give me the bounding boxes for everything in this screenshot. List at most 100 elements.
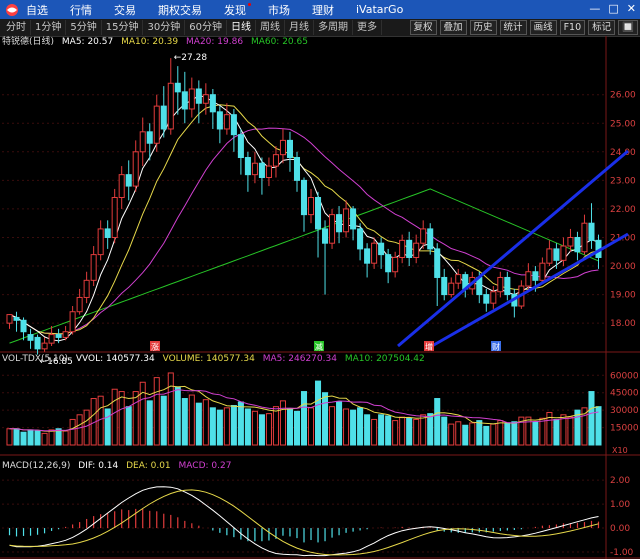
candle-body[interactable] — [357, 228, 364, 250]
candle-body[interactable] — [139, 131, 146, 153]
candle-body[interactable] — [258, 162, 265, 179]
volume-bar[interactable] — [293, 410, 301, 446]
candle-body[interactable] — [83, 279, 90, 298]
volume-bar[interactable] — [258, 414, 265, 446]
candle-body[interactable] — [167, 82, 174, 130]
volume-bar[interactable] — [27, 429, 34, 446]
volume-bar[interactable] — [539, 417, 546, 446]
volume-bar[interactable] — [532, 421, 539, 446]
volume-bar[interactable] — [195, 402, 202, 446]
candle-body[interactable] — [181, 91, 188, 110]
volume-bar[interactable] — [314, 380, 322, 446]
volume-bar[interactable] — [567, 416, 574, 446]
candle-body[interactable] — [146, 131, 153, 144]
volume-bar[interactable] — [455, 421, 462, 446]
volume-bar[interactable] — [434, 398, 441, 446]
candle-body[interactable] — [336, 214, 343, 233]
candle-body[interactable] — [525, 271, 532, 287]
candle-body[interactable] — [413, 242, 420, 258]
volume-bar[interactable] — [511, 421, 518, 446]
trendline-lower[interactable] — [431, 232, 629, 348]
volume-bar[interactable] — [392, 420, 399, 446]
candle-body[interactable] — [343, 208, 350, 233]
candle-body[interactable] — [483, 294, 490, 304]
volume-bar[interactable] — [399, 416, 406, 446]
volume-bar[interactable] — [490, 423, 497, 446]
candle-body[interactable] — [399, 239, 406, 258]
volume-bar[interactable] — [441, 416, 448, 446]
volume-bar[interactable] — [307, 407, 315, 446]
volume-bar[interactable] — [497, 420, 504, 446]
candle-body[interactable] — [581, 222, 588, 253]
candle-body[interactable] — [34, 336, 41, 350]
candle-body[interactable] — [174, 82, 181, 93]
volume-bar[interactable] — [104, 408, 111, 446]
volume-bar[interactable] — [343, 408, 350, 446]
volume-bar[interactable] — [216, 409, 223, 446]
volume-bar[interactable] — [476, 420, 483, 446]
candle-body[interactable] — [364, 248, 371, 264]
volume-bar[interactable] — [111, 388, 118, 446]
volume-bar[interactable] — [413, 418, 420, 446]
candle-body[interactable] — [272, 154, 279, 167]
volume-bar[interactable] — [48, 429, 55, 446]
candle-body[interactable] — [546, 248, 553, 264]
candle-body[interactable] — [539, 262, 546, 281]
volume-bar[interactable] — [448, 423, 455, 446]
volume-bar[interactable] — [350, 409, 357, 446]
volume-bar[interactable] — [118, 391, 125, 446]
volume-bar[interactable] — [385, 415, 392, 446]
volume-bar[interactable] — [251, 410, 258, 446]
candle-body[interactable] — [532, 271, 539, 281]
candle-body[interactable] — [329, 214, 336, 244]
candle-body[interactable] — [567, 236, 574, 247]
volume-bar[interactable] — [364, 414, 371, 446]
candle-body[interactable] — [441, 276, 448, 296]
volume-bar[interactable] — [13, 428, 20, 446]
volume-bar[interactable] — [230, 405, 237, 446]
volume-bar[interactable] — [504, 422, 511, 446]
volume-bar[interactable] — [20, 431, 27, 446]
volume-bar[interactable] — [371, 418, 378, 446]
volume-bar[interactable] — [427, 413, 434, 446]
candle-body[interactable] — [188, 88, 195, 110]
candle-body[interactable] — [427, 228, 434, 250]
volume-bar[interactable] — [188, 394, 195, 446]
volume-bar[interactable] — [329, 406, 336, 446]
candle-body[interactable] — [251, 162, 258, 176]
candle-body[interactable] — [385, 254, 392, 273]
volume-bar[interactable] — [420, 414, 427, 446]
volume-bar[interactable] — [174, 386, 181, 446]
volume-bar[interactable] — [202, 399, 209, 446]
volume-bar[interactable] — [406, 417, 413, 446]
candle-body[interactable] — [230, 114, 237, 136]
candle-body[interactable] — [111, 197, 118, 238]
candle-body[interactable] — [350, 208, 357, 230]
volume-bar[interactable] — [34, 430, 41, 446]
candle-body[interactable] — [420, 228, 427, 244]
candle-body[interactable] — [434, 248, 441, 278]
candle-body[interactable] — [104, 228, 111, 238]
volume-bar[interactable] — [588, 391, 595, 446]
candle-body[interactable] — [55, 334, 62, 338]
candle-body[interactable] — [209, 94, 216, 113]
volume-bar[interactable] — [181, 398, 188, 446]
volume-bar[interactable] — [153, 377, 160, 446]
candle-body[interactable] — [27, 334, 34, 341]
volume-bar[interactable] — [146, 400, 153, 446]
candle-body[interactable] — [300, 179, 308, 216]
volume-bar[interactable] — [237, 401, 244, 446]
candle-body[interactable] — [560, 245, 567, 261]
volume-bar[interactable] — [300, 391, 308, 446]
volume-bar[interactable] — [76, 414, 83, 446]
candle-body[interactable] — [392, 256, 399, 273]
candle-body[interactable] — [504, 276, 511, 296]
volume-bar[interactable] — [378, 414, 385, 446]
candle-body[interactable] — [90, 254, 97, 281]
volume-bar[interactable] — [265, 413, 272, 446]
volume-bar[interactable] — [336, 401, 343, 446]
volume-bar[interactable] — [279, 400, 286, 446]
candle-body[interactable] — [237, 134, 244, 159]
candle-body[interactable] — [160, 105, 167, 130]
candle-body[interactable] — [307, 197, 315, 216]
